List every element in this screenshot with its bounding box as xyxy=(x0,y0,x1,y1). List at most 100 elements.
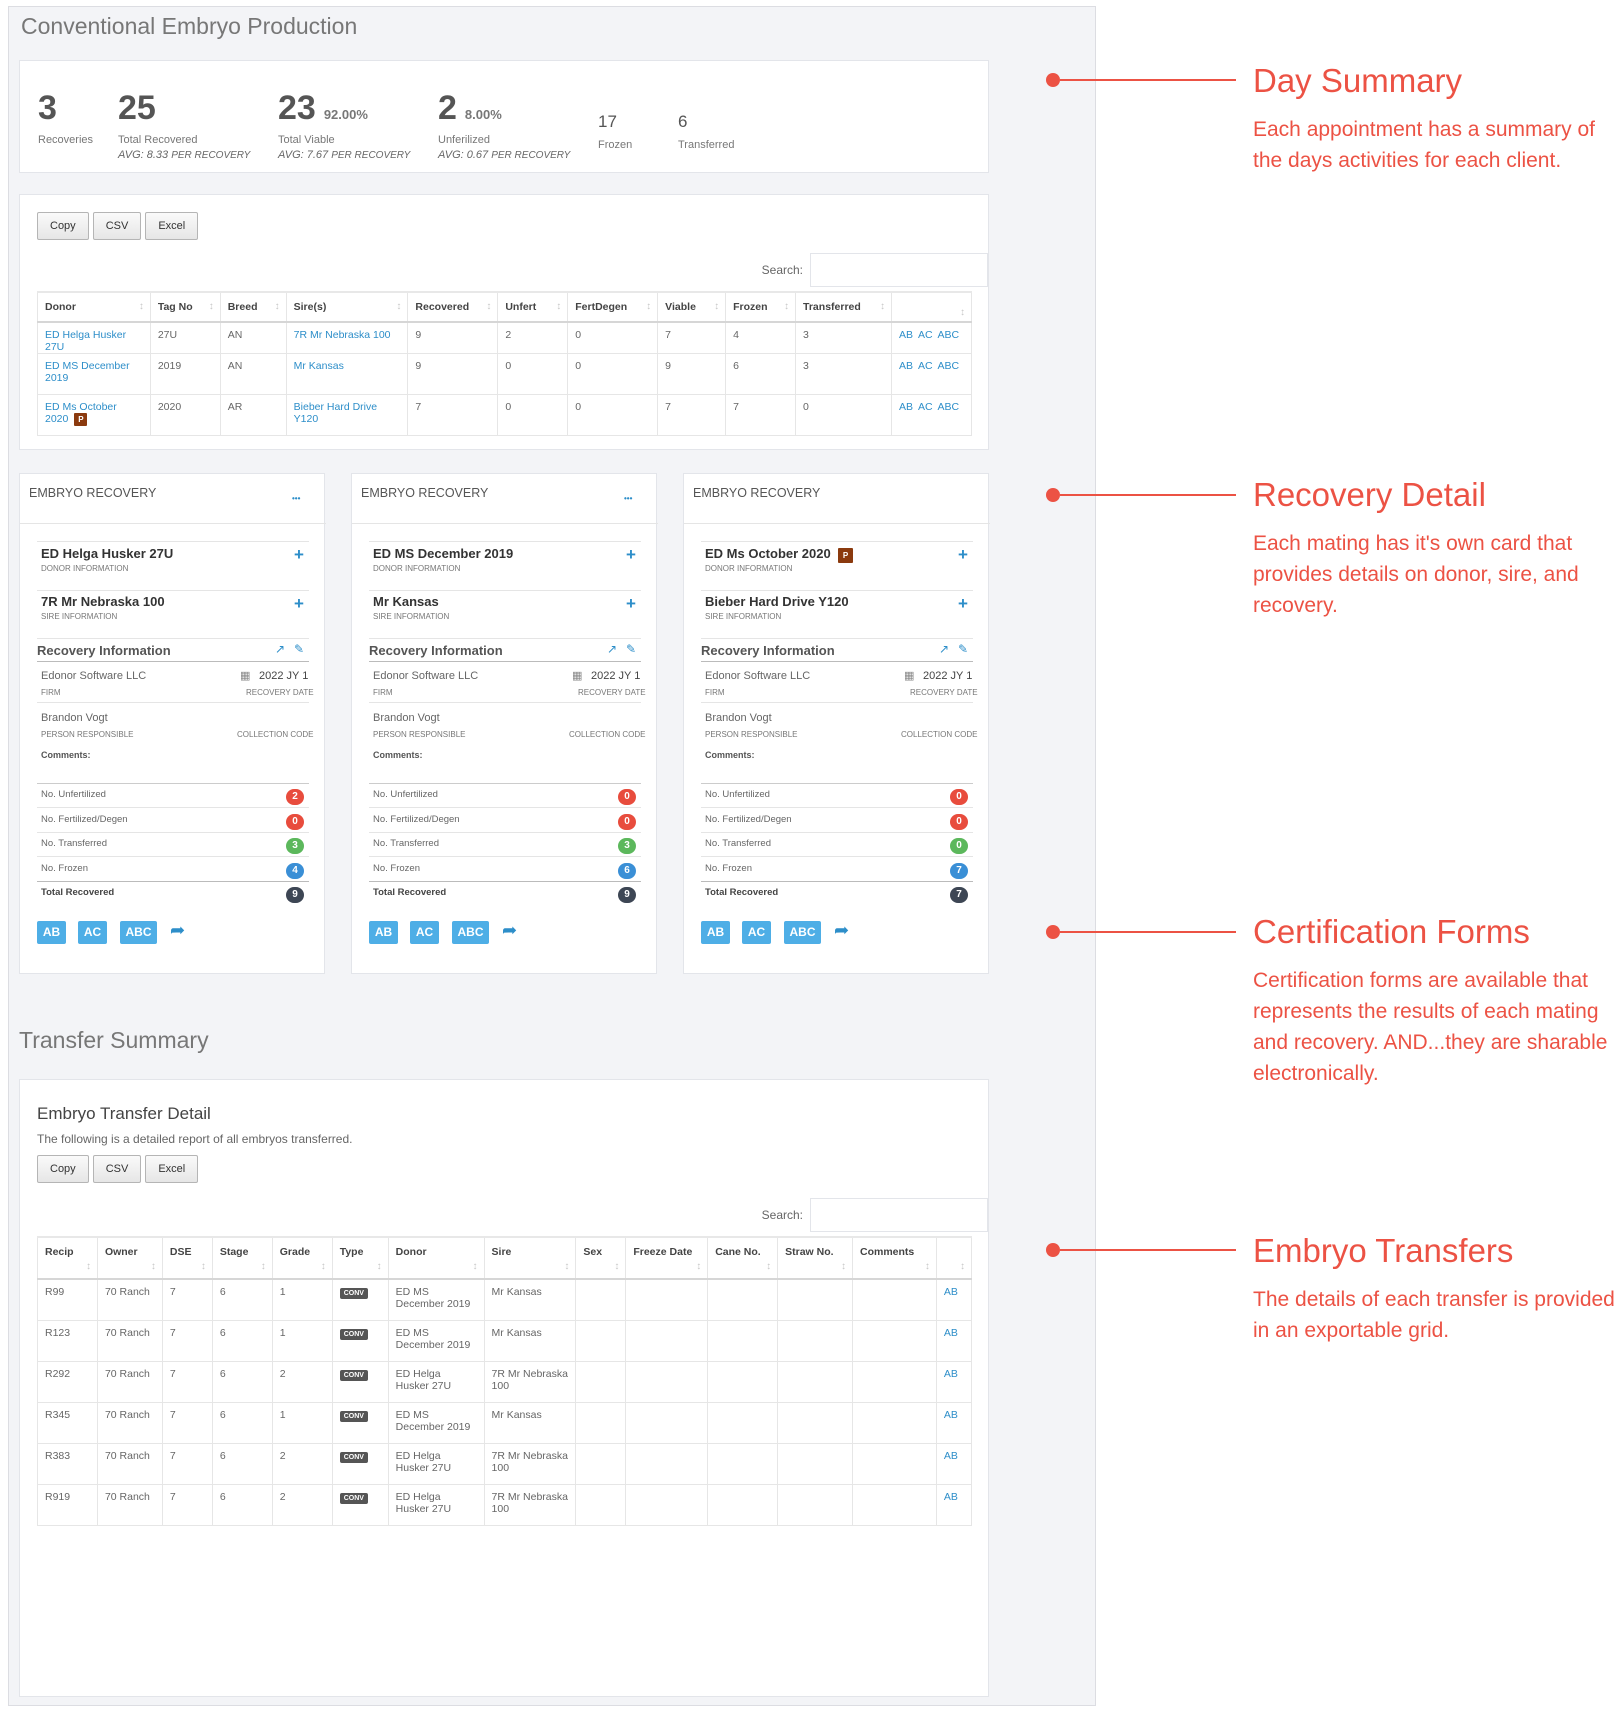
column-header[interactable]: Sire(s) ↕ xyxy=(286,291,409,323)
sort-icon[interactable]: ↕ xyxy=(321,1261,326,1272)
column-header[interactable]: Straw No. ↕ xyxy=(777,1236,853,1280)
cert-link-ab[interactable]: AB xyxy=(944,1409,958,1421)
copy-button[interactable]: Copy xyxy=(37,212,89,240)
sort-icon[interactable]: ↕ xyxy=(556,301,561,312)
column-header[interactable]: Sex ↕ xyxy=(575,1236,627,1280)
cert-link-ac[interactable]: AC xyxy=(918,329,933,341)
sort-icon[interactable]: ↕ xyxy=(696,1261,701,1272)
column-header[interactable]: Recip ↕ xyxy=(37,1236,98,1280)
sort-icon[interactable]: ↕ xyxy=(139,301,144,312)
column-header[interactable]: Type ↕ xyxy=(332,1236,389,1280)
excel-button[interactable]: Excel xyxy=(145,212,199,240)
sire-name[interactable]: Mr Kansas xyxy=(373,594,439,609)
sort-icon[interactable]: ↕ xyxy=(275,301,280,312)
cert-button-ac[interactable]: AC xyxy=(78,921,107,944)
csv-button[interactable]: CSV xyxy=(92,212,142,240)
plus-icon[interactable]: + xyxy=(626,594,636,614)
sire-link[interactable]: Bieber Hard Drive Y120 xyxy=(294,401,377,425)
cert-link-ab[interactable]: AB xyxy=(944,1491,958,1503)
sort-icon[interactable]: ↕ xyxy=(714,301,719,312)
column-header[interactable]: Frozen ↕ xyxy=(725,291,797,323)
column-header[interactable]: Donor ↕ xyxy=(388,1236,485,1280)
cert-link-abc[interactable]: ABC xyxy=(938,360,960,372)
sort-icon[interactable]: ↕ xyxy=(960,1261,965,1272)
plus-icon[interactable]: + xyxy=(958,545,968,565)
column-header[interactable]: DSE ↕ xyxy=(162,1236,213,1280)
cert-link-ab[interactable]: AB xyxy=(899,360,913,372)
cert-button-ab[interactable]: AB xyxy=(701,921,730,944)
sort-icon[interactable]: ↕ xyxy=(209,301,214,312)
sort-icon[interactable]: ↕ xyxy=(201,1261,206,1272)
search-input[interactable] xyxy=(810,1198,988,1232)
column-header[interactable]: Freeze Date ↕ xyxy=(625,1236,709,1280)
donor-name[interactable]: ED Helga Husker 27U xyxy=(41,546,173,561)
donor-name[interactable]: ED MS December 2019 xyxy=(373,546,513,561)
csv-button[interactable]: CSV xyxy=(92,1155,142,1183)
sort-icon[interactable]: ↕ xyxy=(880,301,885,312)
sort-icon[interactable]: ↕ xyxy=(614,1261,619,1272)
column-header[interactable]: Donor ↕ xyxy=(37,291,151,323)
column-header[interactable]: Recovered ↕ xyxy=(407,291,499,323)
plus-icon[interactable]: + xyxy=(958,594,968,614)
cert-link-abc[interactable]: ABC xyxy=(938,329,960,341)
sort-icon[interactable]: ↕ xyxy=(473,1261,478,1272)
edit-icon[interactable]: ✎ xyxy=(294,642,304,656)
sort-icon[interactable]: ↕ xyxy=(646,301,651,312)
ellipsis-icon[interactable]: ••• xyxy=(292,494,300,503)
search-input[interactable] xyxy=(810,253,988,287)
sire-name[interactable]: 7R Mr Nebraska 100 xyxy=(41,594,165,609)
sort-icon[interactable]: ↕ xyxy=(377,1261,382,1272)
cert-link-ab[interactable]: AB xyxy=(944,1450,958,1462)
sire-name[interactable]: Bieber Hard Drive Y120 xyxy=(705,594,849,609)
cert-link-ab[interactable]: AB xyxy=(944,1286,958,1298)
cert-link-ab[interactable]: AB xyxy=(899,401,913,413)
column-header[interactable]: Owner ↕ xyxy=(97,1236,163,1280)
edit-icon[interactable]: ✎ xyxy=(958,642,968,656)
cert-button-ac[interactable]: AC xyxy=(742,921,771,944)
cert-link-ab[interactable]: AB xyxy=(944,1368,958,1380)
external-link-icon[interactable]: ↗ xyxy=(275,642,285,656)
plus-icon[interactable]: + xyxy=(626,545,636,565)
column-header[interactable]: Transferred ↕ xyxy=(795,291,892,323)
cert-link-abc[interactable]: ABC xyxy=(938,401,960,413)
sort-icon[interactable]: ↕ xyxy=(151,1261,156,1272)
donor-link[interactable]: ED Helga Husker 27U xyxy=(45,329,126,353)
sire-link[interactable]: Mr Kansas xyxy=(294,360,344,372)
external-link-icon[interactable]: ↗ xyxy=(607,642,617,656)
ellipsis-icon[interactable]: ••• xyxy=(624,494,632,503)
cert-link-ab[interactable]: AB xyxy=(944,1327,958,1339)
cert-button-ab[interactable]: AB xyxy=(369,921,398,944)
sort-icon[interactable]: ↕ xyxy=(396,301,401,312)
sort-icon[interactable]: ↕ xyxy=(261,1261,266,1272)
plus-icon[interactable]: + xyxy=(294,545,304,565)
cert-link-ab[interactable]: AB xyxy=(899,329,913,341)
sort-icon[interactable]: ↕ xyxy=(841,1261,846,1272)
edit-icon[interactable]: ✎ xyxy=(626,642,636,656)
copy-button[interactable]: Copy xyxy=(37,1155,89,1183)
cert-link-ac[interactable]: AC xyxy=(918,360,933,372)
sort-icon[interactable]: ↕ xyxy=(766,1261,771,1272)
plus-icon[interactable]: + xyxy=(294,594,304,614)
cert-link-ac[interactable]: AC xyxy=(918,401,933,413)
cert-button-abc[interactable]: ABC xyxy=(452,921,489,944)
share-icon[interactable]: ➦ xyxy=(170,920,185,941)
column-header[interactable]: Cane No. ↕ xyxy=(707,1236,779,1280)
donor-name[interactable]: ED Ms October 2020 xyxy=(705,546,831,561)
column-header[interactable]: Sire ↕ xyxy=(484,1236,577,1280)
sort-icon[interactable]: ↕ xyxy=(564,1261,569,1272)
cert-button-abc[interactable]: ABC xyxy=(784,921,821,944)
external-link-icon[interactable]: ↗ xyxy=(939,642,949,656)
cert-button-ac[interactable]: AC xyxy=(410,921,439,944)
column-header[interactable]: Grade ↕ xyxy=(272,1236,333,1280)
sort-icon[interactable]: ↕ xyxy=(960,307,965,318)
column-header[interactable]: ↕ xyxy=(936,1236,973,1280)
cert-button-abc[interactable]: ABC xyxy=(120,921,157,944)
sort-icon[interactable]: ↕ xyxy=(925,1261,930,1272)
cert-button-ab[interactable]: AB xyxy=(37,921,66,944)
column-header[interactable]: ↕ xyxy=(891,291,973,323)
column-header[interactable]: Comments ↕ xyxy=(852,1236,937,1280)
sort-icon[interactable]: ↕ xyxy=(86,1261,91,1272)
column-header[interactable]: FertDegen ↕ xyxy=(567,291,659,323)
column-header[interactable]: Tag No ↕ xyxy=(150,291,221,323)
share-icon[interactable]: ➦ xyxy=(834,920,849,941)
